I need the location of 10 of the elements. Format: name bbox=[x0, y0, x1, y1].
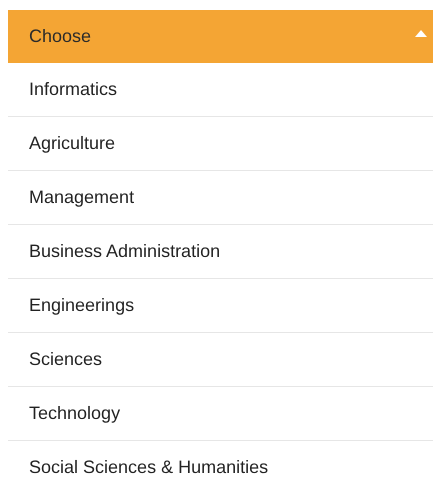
dropdown-option[interactable]: Social Sciences & Humanities bbox=[8, 441, 433, 480]
dropdown-option[interactable]: Agriculture bbox=[8, 117, 433, 171]
dropdown-option[interactable]: Technology bbox=[8, 387, 433, 441]
dropdown-option[interactable]: Business Administration bbox=[8, 225, 433, 279]
dropdown-option[interactable]: Engineerings bbox=[8, 279, 433, 333]
dropdown-label: Choose bbox=[29, 26, 92, 47]
dropdown-option[interactable]: Informatics bbox=[8, 63, 433, 117]
dropdown-option[interactable]: Management bbox=[8, 171, 433, 225]
dropdown-option[interactable]: Sciences bbox=[8, 333, 433, 387]
dropdown-header[interactable]: Choose bbox=[8, 10, 433, 63]
